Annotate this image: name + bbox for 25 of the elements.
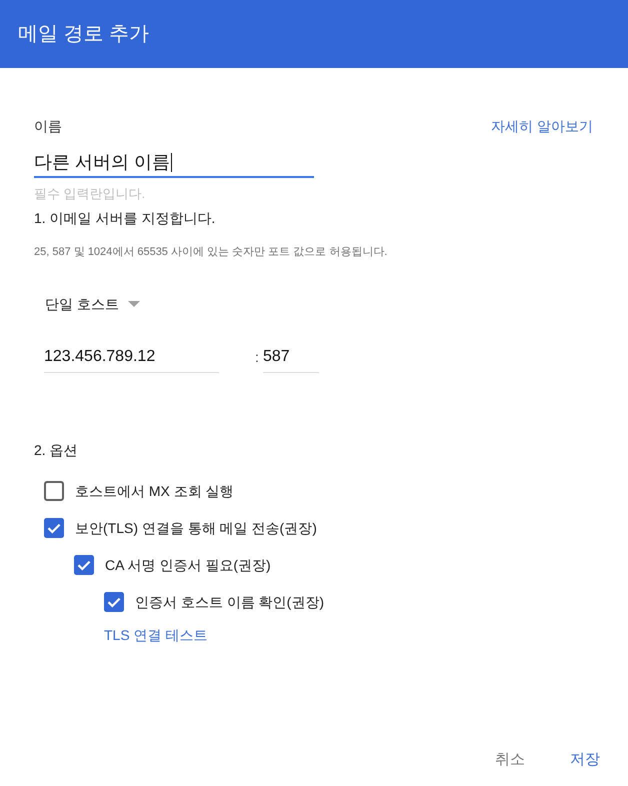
checkbox[interactable] <box>104 592 124 612</box>
checkbox-label[interactable]: 호스트에서 MX 조회 실행 <box>75 482 234 500</box>
name-label: 이름 <box>34 117 62 135</box>
host-type-dropdown[interactable]: 단일 호스트 <box>45 294 140 314</box>
checkbox-label[interactable]: CA 서명 인증서 필요(권장) <box>105 556 271 574</box>
port-hint: 25, 587 및 1024에서 65535 사이에 있는 숫자만 포트 값으로 허용됩니다. <box>34 245 388 260</box>
checkbox[interactable] <box>44 480 64 500</box>
checkbox-label[interactable]: 인증서 호스트 이름 확인(권장) <box>135 592 324 610</box>
checkbox-label[interactable]: 보안(TLS) 연결을 통해 메일 전송(권장) <box>75 518 317 536</box>
checkbox[interactable] <box>74 554 94 574</box>
server-section-title: 1. 이메일 서버를 지정합니다. <box>34 209 216 228</box>
required-hint: 필수 입력란입니다. <box>34 186 146 202</box>
options-section-title: 2. 옵션 <box>34 441 78 460</box>
text-cursor-icon <box>171 152 172 172</box>
tls-test-link[interactable]: TLS 연결 테스트 <box>104 625 208 645</box>
host-field[interactable]: 123.456.789.12 <box>44 346 219 373</box>
caret-icon <box>128 301 140 307</box>
port-field[interactable]: 587 <box>263 346 319 373</box>
save-button[interactable]: 저장 <box>562 742 608 778</box>
learn-more-link[interactable]: 자세히 알아보기 <box>491 117 593 135</box>
dialog-title: 메일 경로 추가 <box>18 22 150 47</box>
name-field[interactable]: 다른 서버의 이름 <box>34 149 314 178</box>
cancel-button[interactable]: 취소 <box>487 742 533 778</box>
port-separator: : <box>255 348 260 367</box>
checkbox[interactable] <box>44 518 64 538</box>
